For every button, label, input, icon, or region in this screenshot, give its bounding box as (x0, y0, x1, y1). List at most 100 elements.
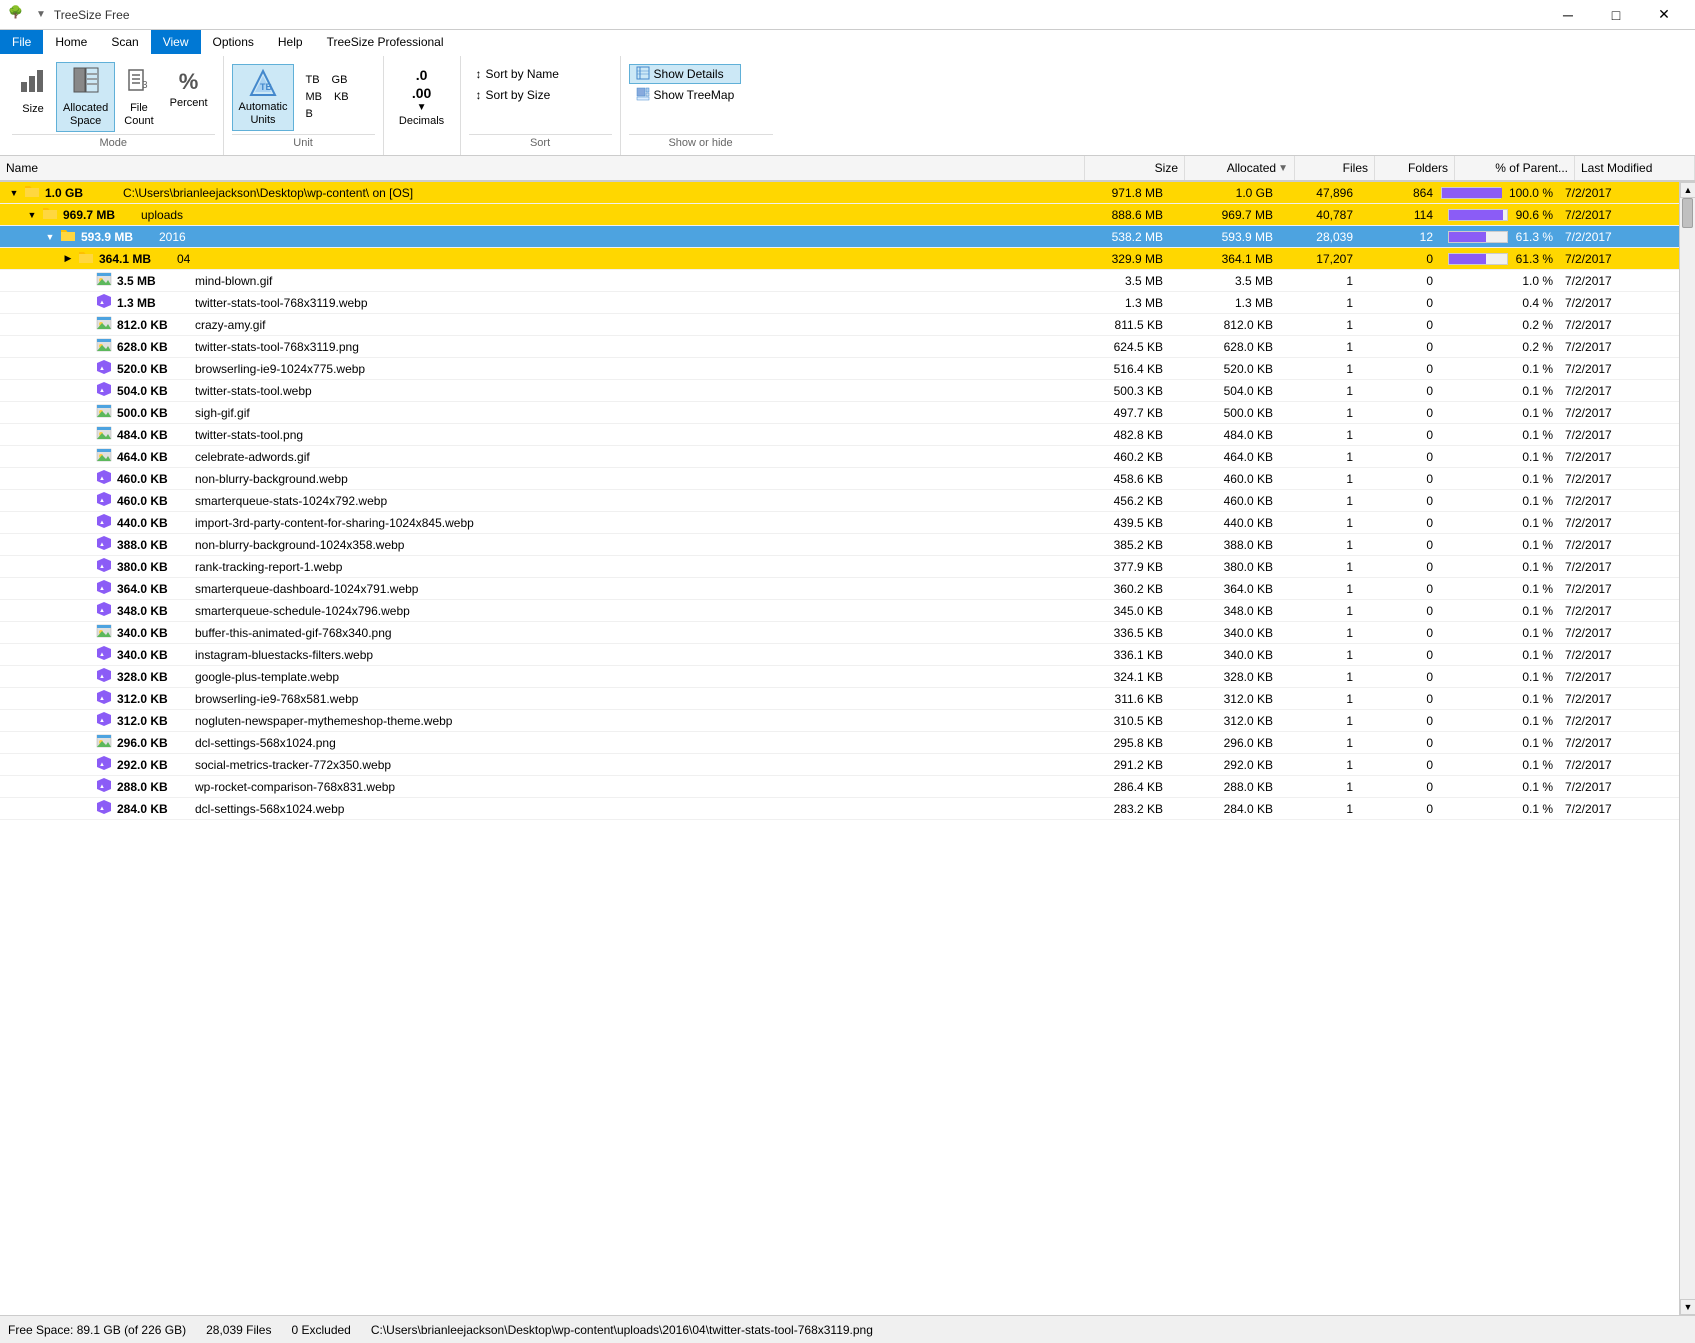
tree-row[interactable]: 628.0 KBtwitter-stats-tool-768x3119.png6… (0, 336, 1679, 358)
cell-percent: 0.1 % (1439, 362, 1559, 376)
mode-size-button[interactable]: Size (12, 62, 54, 120)
size-label-inline: 364.0 KB (117, 582, 187, 596)
tree-row[interactable]: ▲288.0 KBwp-rocket-comparison-768x831.we… (0, 776, 1679, 798)
quick-access-arrow[interactable]: ▼ (36, 9, 46, 20)
tree-row[interactable]: ▲284.0 KBdcl-settings-568x1024.webp283.2… (0, 798, 1679, 820)
show-treemap-button[interactable]: Show TreeMap (629, 85, 742, 105)
file-name: twitter-stats-tool-768x3119.webp (195, 296, 368, 310)
tree-row[interactable]: ▲292.0 KBsocial-metrics-tracker-772x350.… (0, 754, 1679, 776)
menu-scan[interactable]: Scan (99, 30, 150, 54)
file-name: import-3rd-party-content-for-sharing-102… (195, 516, 474, 530)
expand-button[interactable]: ▼ (8, 187, 20, 199)
scroll-down-arrow[interactable]: ▼ (1680, 1299, 1695, 1315)
tree-row[interactable]: ▲1.3 MBtwitter-stats-tool-768x3119.webp1… (0, 292, 1679, 314)
tree-row[interactable]: ▲328.0 KBgoogle-plus-template.webp324.1 … (0, 666, 1679, 688)
cell-folders: 0 (1359, 538, 1439, 552)
tree-row[interactable]: 812.0 KBcrazy-amy.gif811.5 KB812.0 KB100… (0, 314, 1679, 336)
tree-row[interactable]: ▲440.0 KBimport-3rd-party-content-for-sh… (0, 512, 1679, 534)
tree-row[interactable]: ▲364.0 KBsmarterqueue-dashboard-1024x791… (0, 578, 1679, 600)
unit-kb-button[interactable]: KB (329, 89, 354, 105)
tree-row[interactable]: ▲348.0 KBsmarterqueue-schedule-1024x796.… (0, 600, 1679, 622)
cell-percent: 0.1 % (1439, 450, 1559, 464)
menu-home[interactable]: Home (43, 30, 99, 54)
cell-modified: 7/2/2017 (1559, 362, 1679, 376)
expand-button[interactable]: ▼ (26, 209, 38, 221)
tree-row[interactable]: ▲460.0 KBnon-blurry-background.webp458.6… (0, 468, 1679, 490)
menu-professional[interactable]: TreeSize Professional (315, 30, 456, 54)
svg-text:▲: ▲ (99, 476, 105, 482)
expand-button[interactable]: ▼ (44, 231, 56, 243)
col-header-modified[interactable]: Last Modified (1575, 156, 1695, 180)
tree-row[interactable]: ▲388.0 KBnon-blurry-background-1024x358.… (0, 534, 1679, 556)
sort-by-size-button[interactable]: ↕ Sort by Size (469, 85, 566, 105)
sort-by-name-button[interactable]: ↕ Sort by Name (469, 64, 566, 84)
mode-allocated-button[interactable]: AllocatedSpace (56, 62, 115, 132)
scroll-up-arrow[interactable]: ▲ (1680, 182, 1695, 198)
cell-files: 40,787 (1279, 208, 1359, 222)
tree-row[interactable]: ▲340.0 KBinstagram-bluestacks-filters.we… (0, 644, 1679, 666)
tree-row[interactable]: ▲460.0 KBsmarterqueue-stats-1024x792.web… (0, 490, 1679, 512)
col-header-folders[interactable]: Folders (1375, 156, 1455, 180)
tree-row[interactable]: ▲312.0 KBbrowserling-ie9-768x581.webp311… (0, 688, 1679, 710)
col-header-files[interactable]: Files (1295, 156, 1375, 180)
cell-percent: 0.1 % (1439, 516, 1559, 530)
unit-tb-button[interactable]: TB (300, 72, 324, 88)
tree-row[interactable]: 296.0 KBdcl-settings-568x1024.png295.8 K… (0, 732, 1679, 754)
cell-name: 628.0 KBtwitter-stats-tool-768x3119.png (0, 337, 1069, 356)
tree-row[interactable]: ▲380.0 KBrank-tracking-report-1.webp377.… (0, 556, 1679, 578)
expand-button[interactable]: ▶ (62, 253, 74, 265)
sort-size-icon: ↕ (476, 88, 482, 102)
tree-row[interactable]: 500.0 KBsigh-gif.gif497.7 KB500.0 KB100.… (0, 402, 1679, 424)
menu-view[interactable]: View (151, 30, 201, 54)
mode-percent-button[interactable]: % Percent (163, 62, 215, 117)
ribbon-mode-group: Size AllocatedSpace (4, 56, 224, 155)
cell-allocated: 388.0 KB (1169, 538, 1279, 552)
tree-row[interactable]: ▲520.0 KBbrowserling-ie9-1024x775.webp51… (0, 358, 1679, 380)
tree-row[interactable]: ▼593.9 MB2016538.2 MB593.9 MB28,0391261.… (0, 226, 1679, 248)
tree-row[interactable]: 340.0 KBbuffer-this-animated-gif-768x340… (0, 622, 1679, 644)
menu-file[interactable]: File (0, 30, 43, 54)
cell-folders: 0 (1359, 472, 1439, 486)
tree-row[interactable]: 3.5 MBmind-blown.gif3.5 MB3.5 MB101.0 %7… (0, 270, 1679, 292)
tree-row[interactable]: 464.0 KBcelebrate-adwords.gif460.2 KB464… (0, 446, 1679, 468)
file-icon: ▲ (96, 799, 112, 818)
show-details-button[interactable]: Show Details (629, 64, 742, 84)
cell-allocated: 460.0 KB (1169, 472, 1279, 486)
tree-row[interactable]: ▶364.1 MB04329.9 MB364.1 MB17,207061.3 %… (0, 248, 1679, 270)
scroll-thumb[interactable] (1682, 198, 1693, 228)
unit-group-label: Unit (232, 134, 375, 151)
unit-b-button[interactable]: B (300, 106, 317, 122)
svg-text:3: 3 (142, 80, 148, 91)
menu-options[interactable]: Options (201, 30, 266, 54)
tree-row[interactable]: 484.0 KBtwitter-stats-tool.png482.8 KB48… (0, 424, 1679, 446)
vertical-scrollbar[interactable]: ▲ ▼ (1679, 182, 1695, 1315)
tree-row[interactable]: ▼1.0 GBC:\Users\brianleejackson\Desktop\… (0, 182, 1679, 204)
file-name: uploads (141, 208, 183, 222)
file-icon: ▲ (96, 513, 112, 532)
mode-filecount-button[interactable]: 3 FileCount (117, 62, 160, 132)
col-header-percent[interactable]: % of Parent... (1455, 156, 1575, 180)
col-header-allocated[interactable]: Allocated ▼ (1185, 156, 1295, 180)
cell-modified: 7/2/2017 (1559, 670, 1679, 684)
tree-row[interactable]: ▼969.7 MBuploads888.6 MB969.7 MB40,78711… (0, 204, 1679, 226)
close-button[interactable]: ✕ (1641, 0, 1687, 30)
cell-modified: 7/2/2017 (1559, 406, 1679, 420)
tree-row[interactable]: ▲312.0 KBnogluten-newspaper-mythemeshop-… (0, 710, 1679, 732)
col-header-name[interactable]: Name (0, 156, 1085, 180)
decimals-button[interactable]: .0.00 ▼ Decimals (392, 62, 452, 131)
auto-units-button[interactable]: TB AutomaticUnits (232, 64, 295, 131)
svg-text:▲: ▲ (99, 696, 105, 702)
maximize-button[interactable]: □ (1593, 0, 1639, 30)
unit-gb-button[interactable]: GB (327, 72, 353, 88)
tree-row[interactable]: ▲504.0 KBtwitter-stats-tool.webp500.3 KB… (0, 380, 1679, 402)
menu-help[interactable]: Help (266, 30, 315, 54)
unit-mb-button[interactable]: MB (300, 89, 327, 105)
cell-files: 1 (1279, 582, 1359, 596)
cell-modified: 7/2/2017 (1559, 186, 1679, 200)
col-header-size[interactable]: Size (1085, 156, 1185, 180)
minimize-button[interactable]: ─ (1545, 0, 1591, 30)
cell-percent: 0.1 % (1439, 494, 1559, 508)
file-icon (96, 425, 112, 444)
file-name: non-blurry-background-1024x358.webp (195, 538, 404, 552)
cell-files: 1 (1279, 604, 1359, 618)
